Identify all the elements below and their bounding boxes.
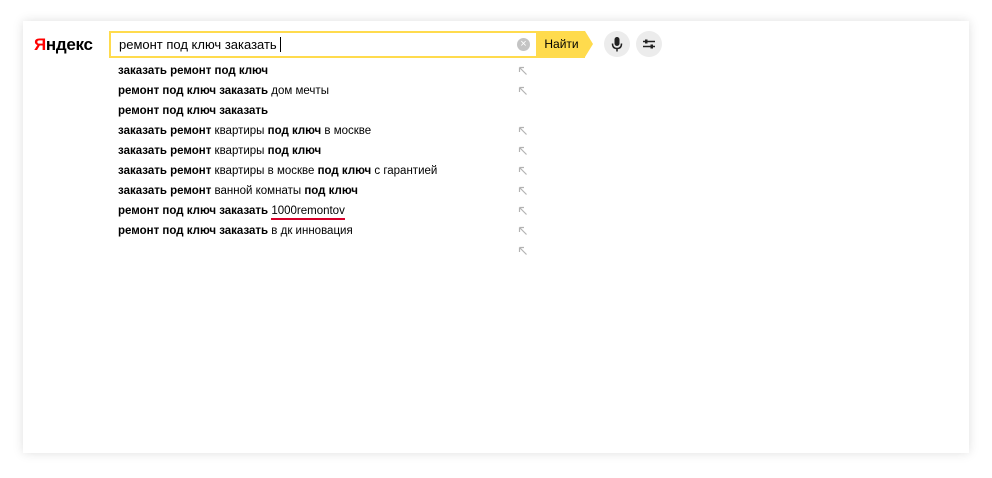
suggestion-text-part: заказать ремонт — [118, 125, 212, 137]
suggestion-text-part: заказать ремонт — [118, 145, 212, 157]
arrow-up-left-icon[interactable] — [518, 86, 528, 96]
suggestion-text-part: заказать ремонт — [118, 185, 212, 197]
suggestion-text-part: ремонт под ключ заказать — [118, 85, 269, 97]
suggestion-item[interactable] — [118, 241, 538, 261]
suggestion-text: заказать ремонт под ключ — [118, 65, 268, 77]
search-settings-button[interactable] — [636, 31, 662, 57]
suggestion-text-part: дом мечты — [268, 85, 329, 97]
suggestion-item[interactable]: ремонт под ключ заказать дом мечты — [118, 81, 538, 101]
yandex-logo[interactable]: Яндекс — [34, 35, 93, 55]
arrow-up-left-icon[interactable] — [518, 66, 528, 76]
clear-icon[interactable]: × — [517, 38, 530, 51]
suggestion-text: заказать ремонт ванной комнаты под ключ — [118, 185, 358, 197]
suggestion-text-part: ремонт под ключ заказать — [118, 105, 269, 117]
suggestion-text-part: в дк инновация — [268, 225, 353, 237]
suggestion-text: заказать ремонт квартиры в москве под кл… — [118, 165, 437, 177]
suggestion-text-part: ремонт под ключ заказать — [118, 205, 269, 217]
suggestion-item[interactable]: ремонт под ключ заказать — [118, 101, 538, 121]
suggestion-text-part: под ключ — [267, 145, 322, 157]
search-input-value: ремонт под ключ заказать — [119, 37, 277, 52]
suggestion-text: ремонт под ключ заказать дом мечты — [118, 85, 329, 97]
text-caret — [279, 37, 281, 52]
suggestion-text-part: ремонт под ключ заказать — [118, 225, 269, 237]
suggestion-item[interactable]: заказать ремонт квартиры под ключ — [118, 141, 538, 161]
search-input[interactable]: ремонт под ключ заказать — [119, 33, 281, 56]
suggestion-text-part: под ключ — [304, 185, 358, 197]
suggestion-item[interactable]: ремонт под ключ заказать 1000remontov — [118, 201, 538, 221]
suggestion-text: ремонт под ключ заказать — [118, 105, 268, 117]
suggestion-text-part: квартиры в москве — [211, 165, 318, 177]
suggestion-text-part: ванной комнаты — [211, 185, 305, 197]
suggestion-text: ремонт под ключ заказать 1000remontov — [118, 205, 345, 220]
arrow-up-left-icon[interactable] — [518, 166, 528, 176]
suggestion-item[interactable]: заказать ремонт под ключ — [118, 61, 538, 81]
suggestion-text: ремонт под ключ заказать в дк инновация — [118, 225, 353, 237]
search-box[interactable]: ремонт под ключ заказать × — [109, 31, 536, 58]
suggestion-text: заказать ремонт квартиры под ключ в моск… — [118, 125, 371, 137]
suggestion-text-part: под ключ — [267, 125, 322, 137]
suggestion-text-part: в москве — [321, 125, 372, 137]
suggestion-item[interactable]: заказать ремонт ванной комнаты под ключ — [118, 181, 538, 201]
arrow-up-left-icon[interactable] — [518, 206, 528, 216]
suggestion-list: заказать ремонт под ключ ремонт под ключ … — [118, 61, 538, 261]
suggestion-item[interactable]: заказать ремонт квартиры под ключ в моск… — [118, 121, 538, 141]
suggestion-text-part: квартиры — [211, 125, 268, 137]
suggestion-text: заказать ремонт квартиры под ключ — [118, 145, 321, 157]
arrow-up-left-icon[interactable] — [518, 246, 528, 256]
arrow-up-left-icon[interactable] — [518, 226, 528, 236]
suggestion-text-part: с гарантией — [371, 165, 438, 177]
suggestion-item[interactable]: ремонт под ключ заказать в дк инновация — [118, 221, 538, 241]
voice-search-button[interactable] — [604, 31, 630, 57]
logo-first-letter: Я — [34, 35, 46, 54]
find-button[interactable]: Найти — [536, 31, 585, 58]
suggestion-text-part: под ключ — [317, 165, 372, 177]
arrow-up-left-icon[interactable] — [518, 146, 528, 156]
microphone-icon — [611, 37, 623, 52]
suggestion-text-part: заказать ремонт — [118, 165, 212, 177]
suggestion-item[interactable]: заказать ремонт квартиры в москве под кл… — [118, 161, 538, 181]
settings-sliders-icon — [643, 39, 655, 49]
arrow-up-left-icon[interactable] — [518, 126, 528, 136]
suggestion-text-part: заказать ремонт под ключ — [118, 65, 269, 77]
suggestion-text-part: квартиры — [211, 145, 268, 157]
find-button-arrow — [585, 31, 593, 57]
suggestion-site-link[interactable]: 1000remontov — [271, 205, 345, 220]
logo-rest: ндекс — [45, 35, 93, 54]
arrow-up-left-icon[interactable] — [518, 186, 528, 196]
